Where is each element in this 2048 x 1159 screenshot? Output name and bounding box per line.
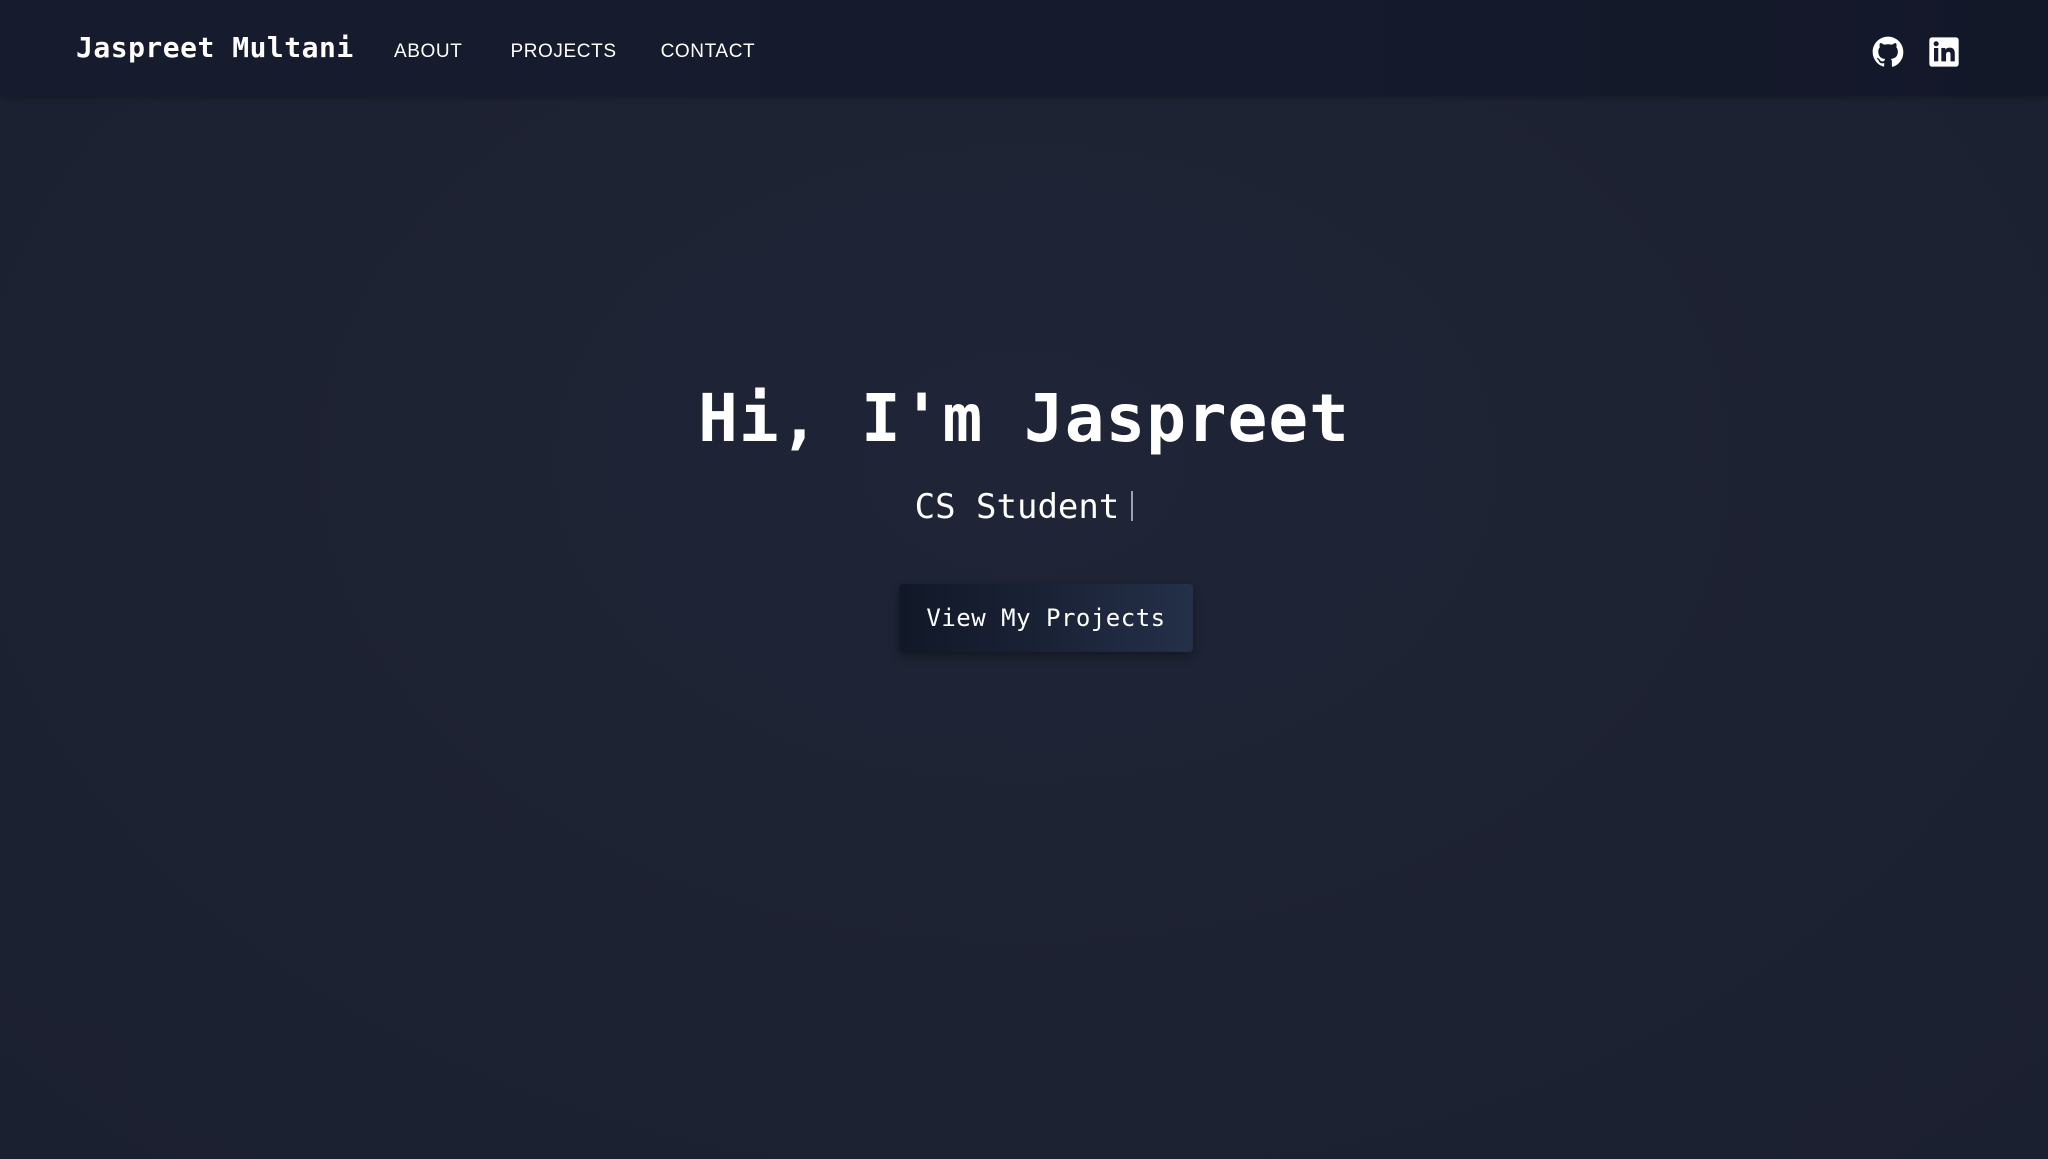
typing-cursor: [1131, 491, 1134, 521]
nav-link-projects[interactable]: PROJECTS: [510, 42, 616, 61]
view-projects-button[interactable]: View My Projects: [899, 584, 1193, 652]
hero-subtitle: CS Student: [0, 490, 2048, 524]
hero-title: Hi, I'm Jaspreet: [698, 380, 1350, 457]
hero-section: Hi, I'm Jaspreet CS Student View My Proj…: [0, 96, 2048, 1159]
top-navbar: Jaspreet Multani ABOUT PROJECTS CONTACT: [0, 0, 2048, 96]
nav-link-about[interactable]: ABOUT: [394, 42, 462, 61]
hero-subtitle-text: CS Student: [914, 487, 1120, 527]
portfolio-page: Jaspreet Multani ABOUT PROJECTS CONTACT: [0, 0, 2048, 1159]
nav-links: ABOUT PROJECTS CONTACT: [394, 42, 755, 61]
github-icon: [1872, 36, 1904, 67]
linkedin-icon: [1929, 37, 1959, 67]
github-link[interactable]: [1872, 36, 1904, 68]
linkedin-link[interactable]: [1928, 36, 1960, 68]
brand-name-link[interactable]: Jaspreet Multani: [76, 34, 354, 62]
social-links: [1872, 36, 1960, 68]
nav-link-contact[interactable]: CONTACT: [661, 42, 756, 61]
